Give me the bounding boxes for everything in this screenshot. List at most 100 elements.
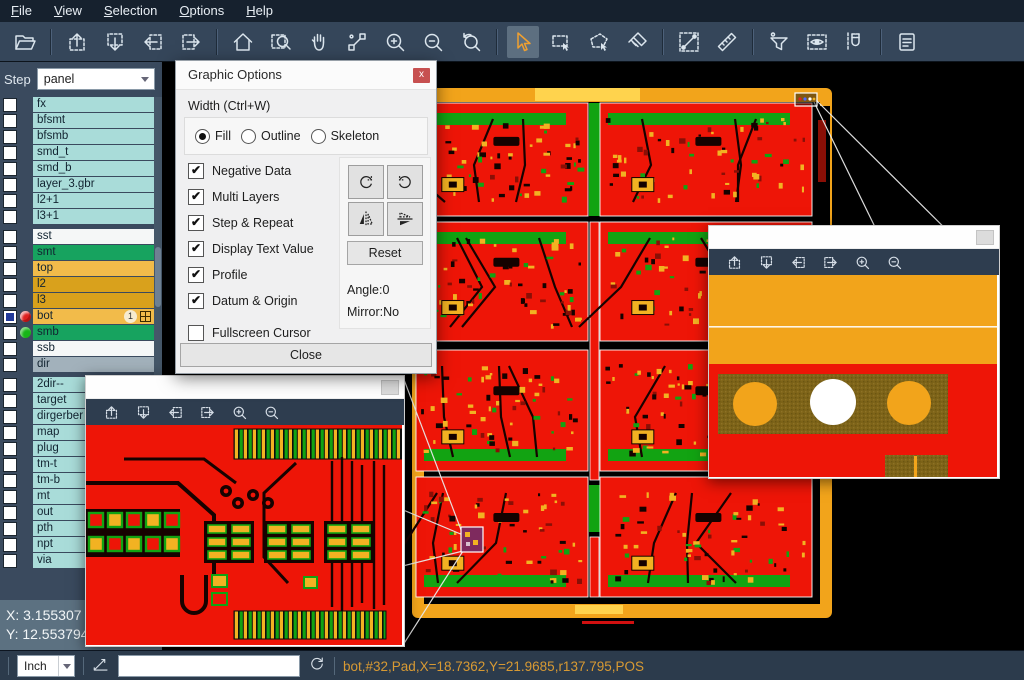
checkbox-profile[interactable]: ✔Profile <box>188 267 247 283</box>
menu-view[interactable]: View <box>43 0 93 22</box>
menu-help[interactable]: Help <box>235 0 284 22</box>
layer-visibility-checkbox[interactable] <box>3 458 17 472</box>
layer-visibility-checkbox[interactable] <box>3 294 17 308</box>
layer-visibility-checkbox[interactable] <box>3 442 17 456</box>
zoom-window-viewport[interactable] <box>86 425 402 645</box>
zoom-window-left[interactable] <box>85 375 405 647</box>
route-measure-button[interactable] <box>341 26 373 58</box>
layer-row-bot[interactable]: bot1 <box>0 309 154 324</box>
layer-visibility-checkbox[interactable] <box>3 426 17 440</box>
layer-visibility-checkbox[interactable] <box>3 114 17 128</box>
pan-left-button[interactable] <box>163 401 187 423</box>
layer-row-smb[interactable]: smb <box>0 325 154 340</box>
pan-up-button[interactable] <box>99 401 123 423</box>
zoom-in-button[interactable] <box>379 26 411 58</box>
refresh-icon[interactable] <box>308 655 326 678</box>
checkbox-negative-data[interactable]: ✔Negative Data <box>188 163 291 179</box>
layer-visibility-checkbox[interactable] <box>3 162 17 176</box>
layer-row-ssb[interactable]: ssb <box>0 341 154 356</box>
pan-right-button[interactable] <box>195 401 219 423</box>
layer-visibility-checkbox[interactable] <box>3 278 17 292</box>
layer-visibility-checkbox[interactable] <box>3 230 17 244</box>
layer-row-l2[interactable]: l2 <box>0 277 154 292</box>
checkbox-fullscreen-cursor[interactable]: Fullscreen Cursor <box>188 325 311 341</box>
layer-row-l3+1[interactable]: l3+1 <box>0 209 154 224</box>
checkbox-multi-layers[interactable]: ✔Multi Layers <box>188 189 279 205</box>
ruler-button[interactable] <box>711 26 743 58</box>
layer-visibility-checkbox[interactable] <box>3 490 17 504</box>
layer-visibility-checkbox[interactable] <box>3 98 17 112</box>
layer-row-smd_t[interactable]: smd_t <box>0 145 154 160</box>
angle-corner-icon[interactable] <box>92 655 110 678</box>
layer-row-smd_b[interactable]: smd_b <box>0 161 154 176</box>
unit-select[interactable]: Inch <box>17 655 75 677</box>
layer-visibility-checkbox[interactable] <box>3 310 17 324</box>
command-input[interactable] <box>118 655 300 677</box>
reset-button[interactable]: Reset <box>347 241 423 265</box>
snap-magnet-button[interactable] <box>839 26 871 58</box>
zoom-out-button[interactable] <box>259 401 283 423</box>
zoom-out-button[interactable] <box>882 251 906 273</box>
layer-visibility-checkbox[interactable] <box>3 210 17 224</box>
layer-row-l3[interactable]: l3 <box>0 293 154 308</box>
open-folder-button[interactable] <box>9 26 41 58</box>
dialog-title-bar[interactable]: Graphic Options x <box>176 61 436 90</box>
layer-row-sst[interactable]: sst <box>0 229 154 244</box>
form-panel-button[interactable] <box>891 26 923 58</box>
radio-skeleton[interactable]: Skeleton <box>311 129 380 144</box>
pan-up-button[interactable] <box>722 251 746 273</box>
polygon-select-button[interactable] <box>583 26 615 58</box>
clean-brush-button[interactable] <box>621 26 653 58</box>
pan-down-button[interactable] <box>754 251 778 273</box>
layer-row-smt[interactable]: smt <box>0 245 154 260</box>
close-icon[interactable]: x <box>413 68 430 83</box>
pan-down-button[interactable] <box>99 26 131 58</box>
layer-row-top[interactable]: top <box>0 261 154 276</box>
layer-visibility-checkbox[interactable] <box>3 506 17 520</box>
layer-visibility-checkbox[interactable] <box>3 554 17 568</box>
pan-left-button[interactable] <box>137 26 169 58</box>
zoom-window-right[interactable] <box>708 225 1000 479</box>
layer-visibility-checkbox[interactable] <box>3 342 17 356</box>
cursor-select-button[interactable] <box>507 26 539 58</box>
radio-fill[interactable]: Fill <box>195 129 231 144</box>
layer-row-bfsmt[interactable]: bfsmt <box>0 113 154 128</box>
menu-selection[interactable]: Selection <box>93 0 168 22</box>
layer-visibility-checkbox[interactable] <box>3 146 17 160</box>
layer-row-fx[interactable]: fx <box>0 97 154 112</box>
rect-select-button[interactable] <box>545 26 577 58</box>
layer-visibility-checkbox[interactable] <box>3 538 17 552</box>
zoom-window-title-bar[interactable] <box>86 376 404 399</box>
zoom-in-button[interactable] <box>227 401 251 423</box>
pan-left-button[interactable] <box>786 251 810 273</box>
menu-options[interactable]: Options <box>168 0 235 22</box>
popup-close-button[interactable] <box>976 230 994 245</box>
step-select[interactable]: panel <box>37 68 155 90</box>
measure-line-button[interactable] <box>673 26 705 58</box>
layer-visibility-checkbox[interactable] <box>3 358 17 372</box>
pan-hand-button[interactable] <box>303 26 335 58</box>
layer-row-layer_3.gbr[interactable]: layer_3.gbr <box>0 177 154 192</box>
pan-up-button[interactable] <box>61 26 93 58</box>
mirror-vertical-button[interactable] <box>387 202 423 236</box>
checkbox-datum-origin[interactable]: ✔Datum & Origin <box>188 293 297 309</box>
radio-outline[interactable]: Outline <box>241 129 301 144</box>
zoom-in-button[interactable] <box>850 251 874 273</box>
zoom-previous-button[interactable] <box>455 26 487 58</box>
layer-visibility-checkbox[interactable] <box>3 194 17 208</box>
checkbox-step-repeat[interactable]: ✔Step & Repeat <box>188 215 293 231</box>
layer-visibility-checkbox[interactable] <box>3 394 17 408</box>
zoom-out-button[interactable] <box>417 26 449 58</box>
rotate-ccw-button[interactable] <box>387 165 423 199</box>
pan-down-button[interactable] <box>131 401 155 423</box>
home-button[interactable] <box>227 26 259 58</box>
zoom-area-button[interactable] <box>265 26 297 58</box>
layer-visibility-checkbox[interactable] <box>3 262 17 276</box>
rotate-cw-button[interactable] <box>348 165 384 199</box>
layer-visibility-checkbox[interactable] <box>3 410 17 424</box>
layer-visibility-checkbox[interactable] <box>3 326 17 340</box>
layer-visibility-checkbox[interactable] <box>3 130 17 144</box>
layer-visibility-checkbox[interactable] <box>3 474 17 488</box>
layer-row-l2+1[interactable]: l2+1 <box>0 193 154 208</box>
layer-visibility-checkbox[interactable] <box>3 378 17 392</box>
